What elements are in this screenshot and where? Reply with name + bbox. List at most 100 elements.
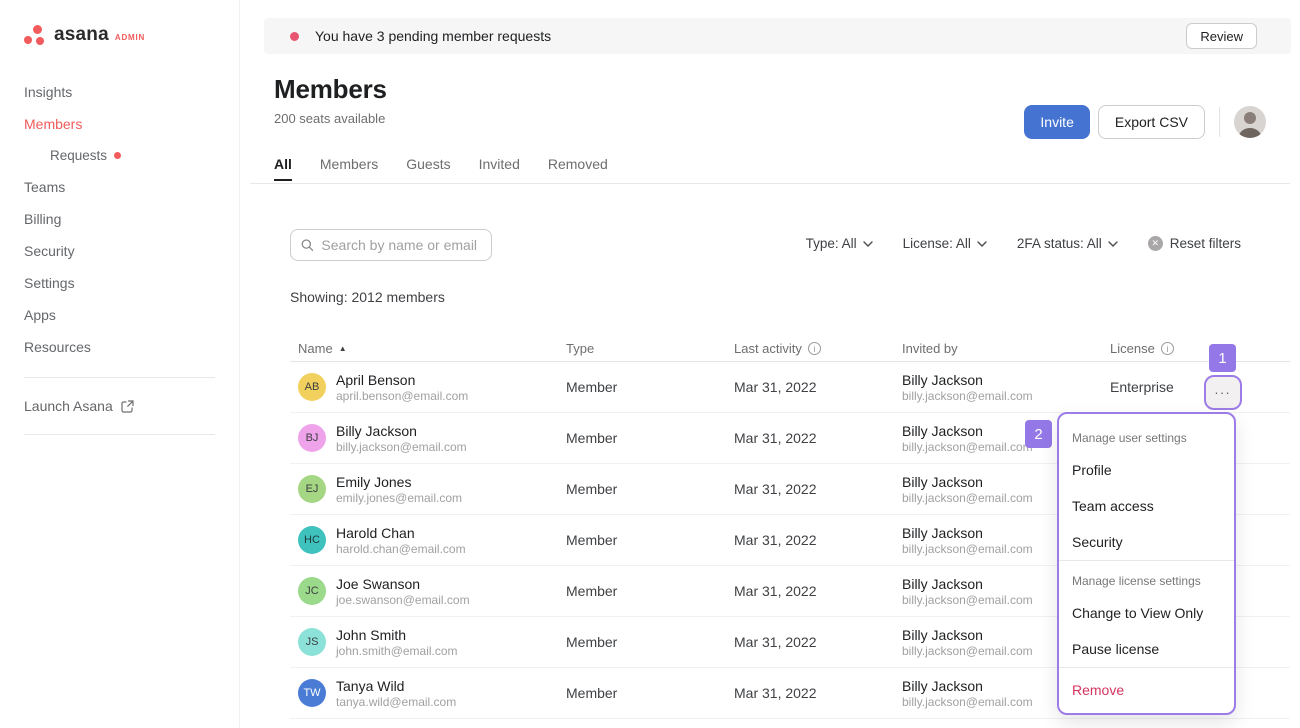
banner-message: You have 3 pending member requests [315,28,551,44]
menu-item-profile[interactable]: Profile [1059,452,1234,488]
reset-filters-label: Reset filters [1170,236,1241,251]
last-activity-date: Mar 31, 2022 [726,481,894,497]
logo-wordmark: asana [54,24,109,46]
launch-asana-link[interactable]: Launch Asana [24,392,215,420]
menu-item-security[interactable]: Security [1059,524,1234,560]
column-header-invited-by: Invited by [894,341,1102,356]
sidebar-item-label: Apps [24,307,56,323]
page-title: Members [274,74,1300,105]
asana-logo-icon [24,25,46,45]
sidebar-item-resources[interactable]: Resources [24,331,215,363]
column-label: Last activity [734,341,802,356]
member-email: tanya.wild@email.com [336,695,456,710]
table-row[interactable]: AB April Benson april.benson@email.com M… [290,362,1290,413]
launch-asana-label: Launch Asana [24,398,113,414]
license-filter-dropdown[interactable]: License: All [903,236,987,251]
member-type: Member [558,430,726,446]
sidebar-item-apps[interactable]: Apps [24,299,215,331]
member-name: April Benson [336,371,468,389]
chevron-down-icon [977,241,987,247]
asana-admin-logo[interactable]: asana ADMIN [24,24,215,46]
row-actions-more-button[interactable]: ... [1204,375,1242,410]
tfa-status-filter-dropdown[interactable]: 2FA status: All [1017,236,1118,251]
sidebar: asana ADMIN Insights Members Requests Te… [0,0,240,728]
sidebar-item-teams[interactable]: Teams [24,171,215,203]
person-photo-icon [1234,106,1266,138]
member-email: emily.jones@email.com [336,491,462,506]
member-email: april.benson@email.com [336,389,468,404]
annotation-step-1-badge: 1 [1209,344,1236,372]
member-initials-avatar: BJ [298,424,326,452]
sidebar-item-label: Teams [24,179,65,195]
member-name: Emily Jones [336,473,462,491]
tab-invited[interactable]: Invited [479,156,520,181]
member-initials-avatar: HC [298,526,326,554]
header-actions: Invite Export CSV [1024,105,1266,139]
member-email: john.smith@email.com [336,644,458,659]
column-header-type: Type [558,341,726,356]
tab-all[interactable]: All [274,156,292,181]
sidebar-item-label: Settings [24,275,75,291]
member-type: Member [558,634,726,650]
export-csv-button[interactable]: Export CSV [1098,105,1205,139]
member-type: Member [558,532,726,548]
menu-item-team-access[interactable]: Team access [1059,488,1234,524]
sidebar-nav: Insights Members Requests Teams Billing … [24,76,215,363]
sidebar-divider [24,377,215,378]
user-avatar[interactable] [1234,106,1266,138]
column-header-license: Licensei [1102,341,1202,356]
member-type: Member [558,583,726,599]
column-label: Name [298,341,333,356]
table-header-row: Name ▲ Type Last activity i Invited by Lic… [290,335,1290,362]
member-name: Harold Chan [336,524,466,542]
menu-item-change-to-view-only[interactable]: Change to View Only [1059,595,1234,631]
clear-circle-icon: ✕ [1148,236,1163,251]
pending-requests-banner: You have 3 pending member requests Revie… [264,18,1291,54]
search-input[interactable] [321,237,481,253]
menu-section-label: Manage user settings [1059,424,1234,452]
sort-ascending-icon: ▲ [339,344,347,353]
sidebar-item-members[interactable]: Members [24,108,215,140]
tab-members[interactable]: Members [320,156,378,181]
type-filter-dropdown[interactable]: Type: All [806,236,873,251]
sidebar-item-billing[interactable]: Billing [24,203,215,235]
menu-item-remove[interactable]: Remove [1059,672,1234,708]
column-label: Invited by [902,341,958,356]
sidebar-divider [24,434,215,435]
member-name: Tanya Wild [336,677,456,695]
tabs-divider [250,183,1290,184]
sidebar-item-settings[interactable]: Settings [24,267,215,299]
review-button[interactable]: Review [1186,23,1257,49]
last-activity-date: Mar 31, 2022 [726,532,894,548]
member-email: joe.swanson@email.com [336,593,470,608]
sidebar-item-label: Billing [24,211,61,227]
search-box [290,229,492,261]
last-activity-date: Mar 31, 2022 [726,685,894,701]
external-link-icon [121,400,134,413]
sidebar-item-security[interactable]: Security [24,235,215,267]
info-icon[interactable]: i [808,342,821,355]
member-initials-avatar: AB [298,373,326,401]
column-header-name[interactable]: Name ▲ [290,341,558,356]
invited-by-name: Billy Jackson [902,371,1102,389]
search-icon [301,238,313,252]
filter-bar: Type: All License: All 2FA status: All ✕… [806,236,1241,251]
sidebar-item-label: Security [24,243,75,259]
sidebar-item-insights[interactable]: Insights [24,76,215,108]
ellipsis-icon: ... [1215,385,1232,395]
menu-item-pause-license[interactable]: Pause license [1059,631,1234,667]
row-actions-context-menu: Manage user settings Profile Team access… [1057,412,1236,715]
member-name: John Smith [336,626,458,644]
license-filter-label: License: All [903,236,971,251]
license-value: Enterprise [1102,379,1202,395]
reset-filters-button[interactable]: ✕ Reset filters [1148,236,1241,251]
member-type: Member [558,379,726,395]
invite-button[interactable]: Invite [1024,105,1089,139]
member-name: Joe Swanson [336,575,470,593]
sidebar-item-requests[interactable]: Requests [24,140,215,171]
tab-removed[interactable]: Removed [548,156,608,181]
sidebar-item-label: Resources [24,339,91,355]
chevron-down-icon [863,241,873,247]
info-icon[interactable]: i [1161,342,1174,355]
tab-guests[interactable]: Guests [406,156,450,181]
